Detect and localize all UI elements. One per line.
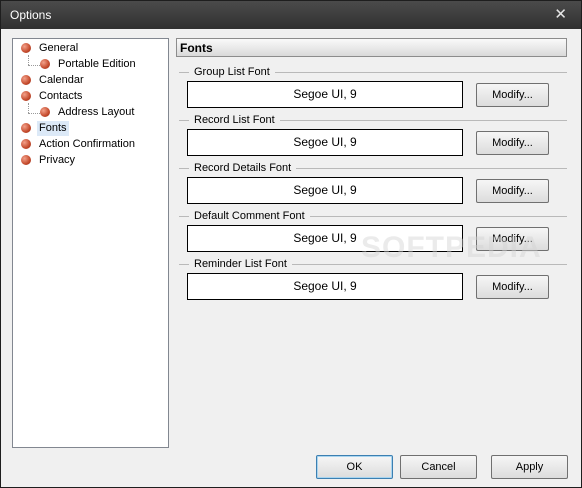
font-value-field: Segoe UI, 9	[187, 129, 463, 156]
record-details-font-group: Record Details Font Segoe UI, 9 Modify..…	[179, 162, 567, 206]
tree-connector	[28, 65, 40, 66]
title-bar[interactable]: Options ✕	[1, 1, 581, 29]
ok-button[interactable]: OK	[316, 455, 393, 479]
font-value-field: Segoe UI, 9	[187, 177, 463, 204]
tree-item-label: Contacts	[39, 90, 83, 102]
tree-item-label: Fonts	[37, 121, 69, 136]
tree-item-label: Portable Edition	[58, 58, 136, 70]
cancel-button[interactable]: Cancel	[400, 455, 477, 479]
category-tree[interactable]: General Portable Edition Calendar Contac…	[12, 38, 169, 448]
bullet-icon	[21, 91, 31, 101]
dialog-body: General Portable Edition Calendar Contac…	[1, 29, 581, 487]
tree-connector	[28, 55, 29, 65]
record-list-font-group: Record List Font Segoe UI, 9 Modify...	[179, 114, 567, 158]
group-label: Record Details Font	[189, 162, 297, 175]
close-icon[interactable]: ✕	[554, 5, 567, 23]
tree-item-label: General	[39, 42, 79, 54]
group-list-font-group: Group List Font Segoe UI, 9 Modify...	[179, 66, 567, 110]
modify-button[interactable]: Modify...	[476, 179, 549, 203]
tree-item-label: Privacy	[39, 154, 76, 166]
modify-button[interactable]: Modify...	[476, 83, 549, 107]
font-value-field: Segoe UI, 9	[187, 81, 463, 108]
tree-connector	[28, 113, 40, 114]
bullet-icon	[40, 107, 50, 117]
bullet-icon	[21, 43, 31, 53]
watermark: SOFTPEDIA	[361, 231, 542, 264]
apply-button[interactable]: Apply	[491, 455, 568, 479]
tree-item-label: Calendar	[39, 74, 84, 86]
group-label: Record List Font	[189, 114, 280, 127]
window-title: Options	[10, 8, 52, 22]
bullet-icon	[21, 155, 31, 165]
modify-button[interactable]: Modify...	[476, 131, 549, 155]
tree-connector	[28, 103, 29, 113]
bullet-icon	[21, 139, 31, 149]
modify-button[interactable]: Modify...	[476, 275, 549, 299]
options-window: Options ✕ General Portable Edition Calen…	[0, 0, 582, 488]
group-label: Group List Font	[189, 66, 275, 79]
tree-item-label: Action Confirmation	[39, 138, 135, 150]
bullet-icon	[40, 59, 50, 69]
font-value-field: Segoe UI, 9	[187, 273, 463, 300]
group-label: Reminder List Font	[189, 258, 292, 271]
section-title: Fonts	[176, 38, 567, 57]
group-label: Default Comment Font	[189, 210, 310, 223]
bullet-icon	[21, 75, 31, 85]
tree-item-label: Address Layout	[58, 106, 135, 118]
bullet-icon	[21, 123, 31, 133]
